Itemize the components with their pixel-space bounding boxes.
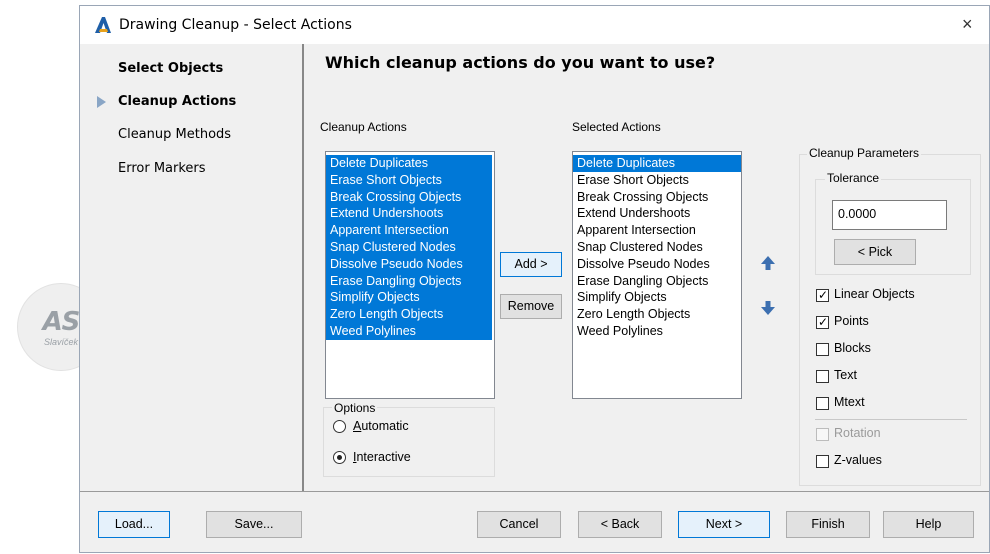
cleanup-actions-list[interactable]: Delete Duplicates Erase Short Objects Brea… [325, 151, 495, 399]
automatic-radio-label: Automatic [353, 419, 409, 433]
pick-button[interactable]: < Pick [834, 239, 916, 265]
nav-item-error-markers[interactable]: Error Markers [118, 161, 206, 176]
page-heading: Which cleanup actions do you want to use… [325, 53, 716, 72]
load-button[interactable]: Load... [98, 511, 170, 538]
back-button[interactable]: < Back [578, 511, 662, 538]
pick-button-label: < Pick [857, 245, 893, 259]
interactive-radio-label: Interactive [353, 450, 411, 464]
remove-button[interactable]: Remove [500, 294, 562, 319]
parameters-divider [815, 419, 967, 420]
next-button[interactable]: Next > [678, 511, 770, 538]
current-step-arrow-icon [97, 96, 106, 108]
selected-actions-label: Selected Actions [572, 120, 661, 134]
nav-item-cleanup-methods[interactable]: Cleanup Methods [118, 127, 231, 142]
load-button-label: Load... [114, 517, 154, 531]
save-button-label: Save... [234, 517, 274, 531]
list-item[interactable]: Break Crossing Objects [573, 189, 741, 206]
list-item[interactable]: Zero Length Objects [326, 306, 492, 323]
add-button[interactable]: Add > [500, 252, 562, 277]
checkbox-label: Linear Objects [834, 287, 915, 301]
checkbox-linear-objects[interactable] [816, 287, 829, 303]
list-item[interactable]: Simplify Objects [326, 289, 492, 307]
list-item[interactable]: Extend Undershoots [326, 205, 492, 223]
cleanup-parameters-legend: Cleanup Parameters [807, 146, 922, 160]
cancel-button[interactable]: Cancel [477, 511, 561, 538]
checkbox-label: Points [834, 314, 869, 328]
options-legend: Options [332, 401, 378, 415]
list-item[interactable]: Delete Duplicates [573, 155, 741, 172]
options-group [323, 407, 495, 477]
add-button-label: Add > [514, 257, 548, 271]
list-item[interactable]: Erase Short Objects [326, 171, 492, 189]
help-button[interactable]: Help [883, 511, 974, 538]
tolerance-input[interactable]: 0.0000 [832, 200, 947, 230]
checkbox-points[interactable] [816, 314, 829, 330]
list-item[interactable]: Dissolve Pseudo Nodes [573, 256, 741, 273]
wizard-nav [80, 44, 302, 491]
window-title: Drawing Cleanup - Select Actions [119, 17, 352, 33]
nav-divider [302, 44, 304, 491]
drawing-cleanup-dialog: Drawing Cleanup - Select Actions × Selec… [79, 5, 990, 553]
move-down-icon[interactable] [758, 298, 778, 318]
nav-item-cleanup-actions[interactable]: Cleanup Actions [118, 94, 236, 109]
checkbox-label: Text [834, 368, 857, 382]
interactive-radio[interactable] [333, 451, 346, 464]
checkbox-mtext[interactable] [816, 397, 829, 410]
list-item[interactable]: Erase Dangling Objects [573, 273, 741, 290]
finish-button-label: Finish [811, 517, 845, 531]
checkbox-z-values[interactable] [816, 455, 829, 468]
list-item[interactable]: Break Crossing Objects [326, 188, 492, 206]
list-item[interactable]: Weed Polylines [573, 323, 741, 340]
list-item[interactable]: Zero Length Objects [573, 306, 741, 323]
list-item[interactable]: Extend Undershoots [573, 205, 741, 222]
checkbox-text[interactable] [816, 370, 829, 383]
save-button[interactable]: Save... [206, 511, 302, 538]
checkbox-label: Z-values [834, 453, 882, 467]
finish-button[interactable]: Finish [786, 511, 870, 538]
list-item[interactable]: Dissolve Pseudo Nodes [326, 255, 492, 273]
checkbox-label: Mtext [834, 395, 865, 409]
selected-actions-list[interactable]: Delete Duplicates Erase Short Objects Brea… [572, 151, 742, 399]
list-item[interactable]: Delete Duplicates [326, 155, 492, 172]
list-item[interactable]: Apparent Intersection [573, 222, 741, 239]
remove-button-label: Remove [507, 299, 555, 313]
automatic-label-rest: utomatic [361, 419, 409, 433]
list-item[interactable]: Simplify Objects [573, 289, 741, 306]
nav-item-select-objects[interactable]: Select Objects [118, 61, 223, 76]
list-item[interactable]: Erase Dangling Objects [326, 272, 492, 290]
list-item[interactable]: Apparent Intersection [326, 222, 492, 239]
cancel-button-label: Cancel [499, 517, 539, 531]
title-bar: Drawing Cleanup - Select Actions × [80, 6, 989, 44]
list-item[interactable]: Erase Short Objects [573, 172, 741, 189]
interactive-label-rest: nteractive [356, 450, 411, 464]
back-button-label: < Back [600, 517, 640, 531]
checkbox-blocks[interactable] [816, 343, 829, 356]
list-item[interactable]: Snap Clustered Nodes [573, 239, 741, 256]
checkbox-rotation [816, 428, 829, 441]
list-item[interactable]: Weed Polylines [326, 322, 492, 340]
list-item[interactable]: Snap Clustered Nodes [326, 238, 492, 256]
automatic-radio[interactable] [333, 420, 346, 433]
cleanup-actions-label: Cleanup Actions [320, 120, 407, 134]
help-button-label: Help [915, 517, 942, 531]
checkbox-label: Blocks [834, 341, 871, 355]
move-up-icon[interactable] [758, 253, 778, 273]
next-button-label: Next > [705, 517, 743, 531]
close-icon[interactable]: × [962, 14, 973, 35]
autocad-icon [95, 17, 111, 33]
tolerance-legend: Tolerance [825, 171, 882, 185]
checkbox-label: Rotation [834, 426, 881, 440]
